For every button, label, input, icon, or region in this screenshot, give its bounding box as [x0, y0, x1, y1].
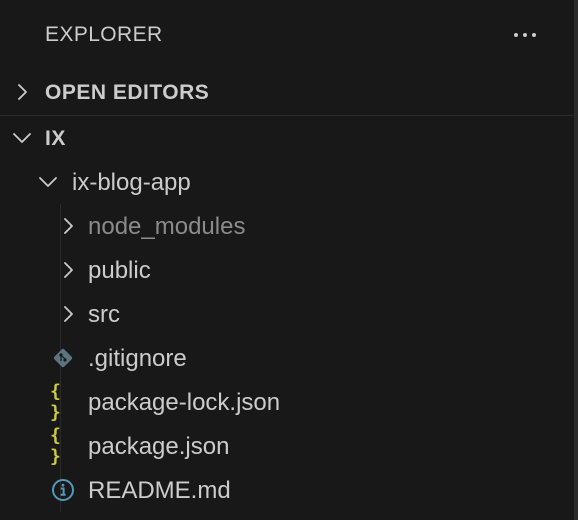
tree-item-label: package-lock.json [88, 389, 281, 416]
tree-item-label: package.json [88, 433, 230, 460]
tree-item-node-modules[interactable]: node_modules [0, 204, 574, 248]
explorer-panel: EXPLORER OPEN EDITORS IX ix-blog-app nod… [0, 0, 578, 520]
tree-item-label: node_modules [88, 213, 246, 240]
chevron-right-icon [18, 84, 27, 100]
ellipsis-icon[interactable] [508, 18, 542, 52]
chevron-right-icon [64, 262, 73, 278]
json-braces-icon: { } [50, 425, 62, 467]
explorer-title: EXPLORER [45, 23, 163, 46]
tree-item-package-json[interactable]: { } package.json [0, 424, 574, 468]
chevron-right-icon [64, 218, 73, 234]
chevron-right-icon [64, 306, 73, 322]
tree-item-label: src [88, 301, 120, 328]
chevron-down-icon [13, 133, 31, 143]
chevron-down-icon [39, 177, 57, 187]
explorer-header: EXPLORER [0, 0, 574, 70]
tree-item-src[interactable]: src [0, 292, 574, 336]
tree-item-readme-md[interactable]: README.md [0, 468, 574, 512]
tree-item-label: README.md [88, 477, 231, 504]
tree-item-gitignore[interactable]: .gitignore [0, 336, 574, 380]
tree-item-label: ix-blog-app [72, 169, 191, 196]
git-icon [50, 345, 76, 371]
section-label: IX [45, 127, 66, 150]
section-open-editors[interactable]: OPEN EDITORS [0, 70, 574, 114]
tree-item-label: .gitignore [88, 345, 187, 372]
json-braces-icon: { } [50, 381, 62, 423]
info-icon [50, 477, 76, 503]
tree-item-label: public [88, 257, 151, 284]
section-label: OPEN EDITORS [45, 81, 210, 104]
tree-item-ix-blog-app[interactable]: ix-blog-app [0, 160, 574, 204]
tree-item-package-lock-json[interactable]: { } package-lock.json [0, 380, 574, 424]
section-workspace-ix[interactable]: IX [0, 115, 574, 160]
tree-item-public[interactable]: public [0, 248, 574, 292]
